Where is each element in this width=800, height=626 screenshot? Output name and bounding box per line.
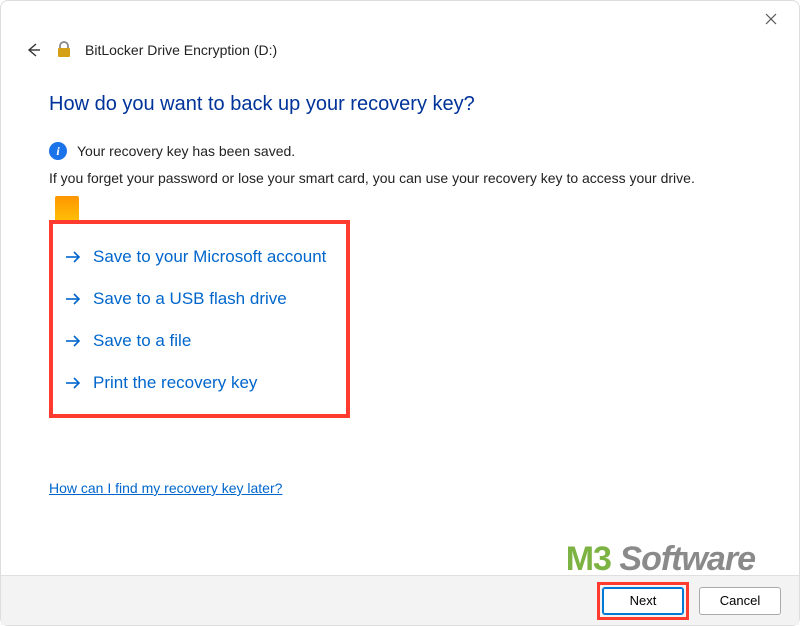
option-label: Print the recovery key [93,373,257,393]
wizard-footer: Next Cancel [1,575,799,625]
wizard-content: How do you want to back up your recovery… [1,67,799,498]
window-titlebar [1,1,799,37]
info-icon: i [49,142,67,160]
help-link[interactable]: How can I find my recovery key later? [49,480,282,496]
next-button[interactable]: Next [602,587,684,615]
option-save-usb[interactable]: Save to a USB flash drive [61,278,330,320]
next-button-highlight: Next [597,582,689,620]
arrow-right-icon [65,292,83,306]
back-button[interactable] [23,41,43,59]
option-label: Save to a file [93,331,191,351]
bitlocker-icon [55,41,73,59]
watermark: M3 Software [566,540,755,579]
option-print[interactable]: Print the recovery key [61,362,330,404]
window-title: BitLocker Drive Encryption (D:) [85,42,277,58]
option-save-file[interactable]: Save to a file [61,320,330,362]
page-heading: How do you want to back up your recovery… [49,93,751,116]
description-text: If you forget your password or lose your… [49,170,751,186]
back-arrow-icon [24,41,42,59]
annotation-marker [55,196,79,222]
option-save-microsoft-account[interactable]: Save to your Microsoft account [61,236,330,278]
close-button[interactable] [755,5,787,33]
close-icon [765,13,777,25]
option-label: Save to a USB flash drive [93,289,287,309]
option-label: Save to your Microsoft account [93,247,326,267]
cancel-button[interactable]: Cancel [699,587,781,615]
arrow-right-icon [65,376,83,390]
wizard-header: BitLocker Drive Encryption (D:) [1,37,799,67]
arrow-right-icon [65,250,83,264]
arrow-right-icon [65,334,83,348]
status-row: i Your recovery key has been saved. [49,142,751,160]
options-highlight-box: Save to your Microsoft account Save to a… [49,220,350,418]
status-text: Your recovery key has been saved. [77,143,295,159]
